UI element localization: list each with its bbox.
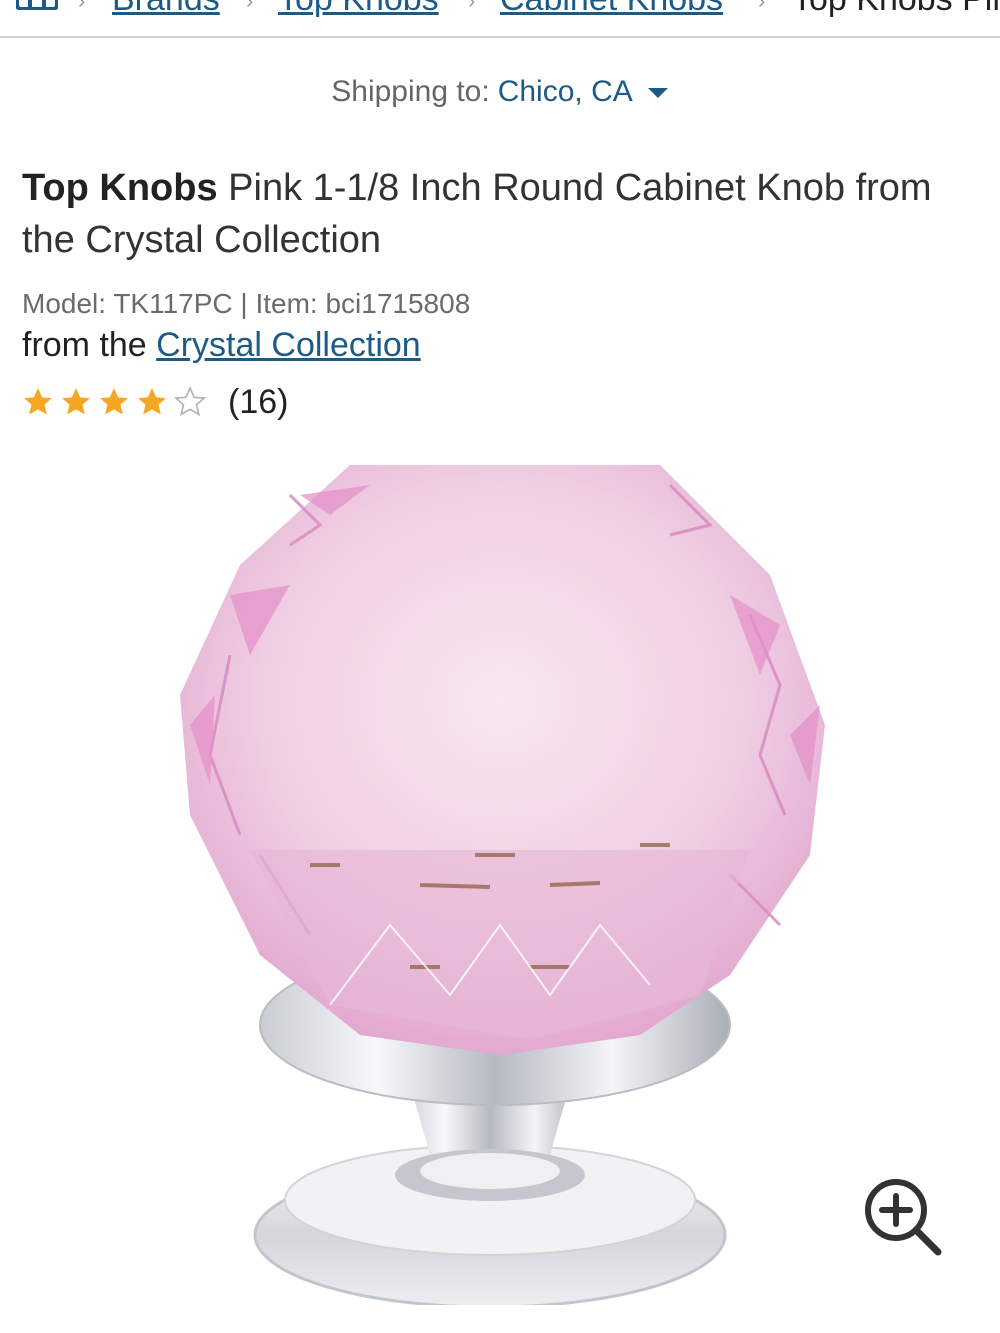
star-icon (138, 388, 166, 415)
star-icon (100, 388, 128, 415)
product-collection: from the Crystal Collection (22, 325, 421, 365)
shipping-location[interactable]: Chico, CA (498, 75, 633, 108)
shipping-label: Shipping to: (331, 75, 490, 108)
chevron-right-icon: › (246, 0, 254, 13)
shipping-location-selector[interactable]: Shipping to: Chico, CA (0, 72, 1000, 112)
star-icon (24, 388, 52, 415)
chevron-right-icon: › (468, 0, 476, 13)
home-grid-icon[interactable] (16, 0, 58, 10)
collection-prefix: from the (22, 326, 147, 364)
product-model-item: Model: TK117PC | Item: bci1715808 (22, 288, 471, 319)
product-image[interactable] (170, 455, 830, 1305)
review-count[interactable]: (16) (228, 383, 288, 422)
product-brand: Top Knobs (22, 167, 218, 209)
chevron-right-icon: › (758, 0, 766, 13)
chevron-right-icon: › (78, 0, 86, 13)
breadcrumb-cabinet-knobs[interactable]: Cabinet Knobs (500, 0, 723, 16)
rating[interactable]: (16) (22, 380, 288, 424)
breadcrumb: › Brands › Top Knobs › Cabinet Knobs › T… (0, 0, 1000, 38)
breadcrumb-top-knobs[interactable]: Top Knobs (278, 0, 439, 16)
caret-down-icon[interactable] (647, 86, 669, 100)
star-icon (62, 388, 90, 415)
zoom-in-icon[interactable] (862, 1176, 944, 1258)
breadcrumb-current: Top Knobs Pink (792, 0, 1000, 16)
star-empty-icon (174, 386, 206, 417)
collection-link[interactable]: Crystal Collection (156, 326, 421, 364)
product-title: Top Knobs Pink 1-1/8 Inch Round Cabinet … (22, 162, 982, 266)
breadcrumb-brands[interactable]: Brands (112, 0, 220, 16)
